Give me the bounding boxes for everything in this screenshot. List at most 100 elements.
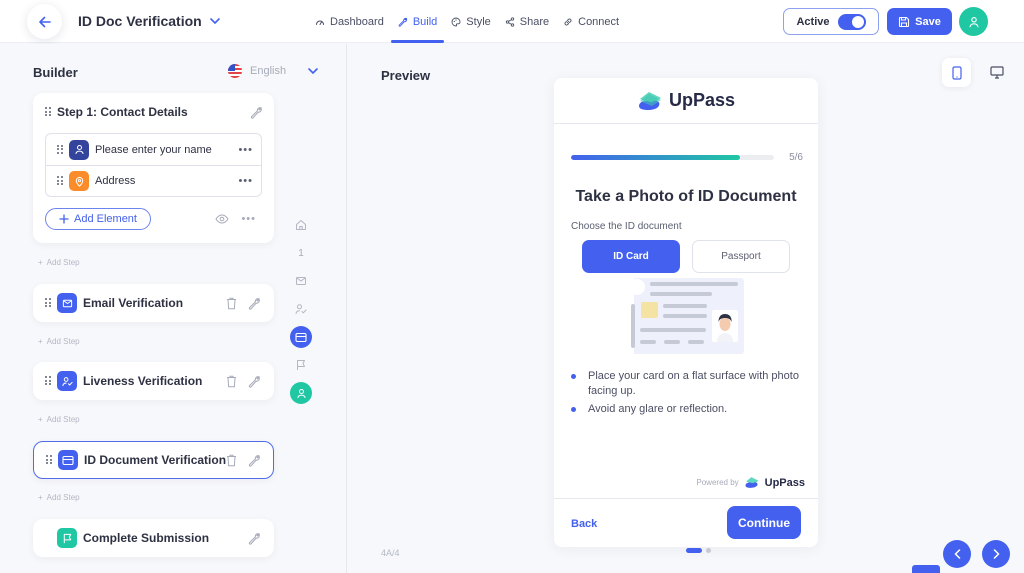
arrow-left-icon (38, 16, 51, 27)
rail-user[interactable] (290, 382, 312, 404)
continue-button[interactable]: Continue (727, 506, 801, 539)
step-card-complete-submission[interactable]: Complete Submission (33, 519, 274, 557)
drag-handle-icon[interactable] (45, 376, 51, 386)
add-step-button[interactable]: + Add Step (38, 337, 80, 346)
id-card-illustration-icon (628, 278, 744, 354)
language-label: English (250, 65, 287, 77)
drag-handle-icon[interactable] (45, 298, 51, 308)
step-card-id-document-verification[interactable]: ID Document Verification (33, 441, 274, 479)
drag-handle-icon[interactable] (45, 107, 51, 117)
wrench-icon[interactable] (248, 297, 261, 310)
step-card-liveness-verification[interactable]: Liveness Verification (33, 362, 274, 400)
powered-by-label: Powered by (696, 478, 739, 487)
drag-handle-icon[interactable] (57, 176, 63, 186)
add-step-button[interactable]: + Add Step (38, 415, 80, 424)
add-element-button[interactable]: Add Element (45, 208, 151, 230)
add-step-label: Add Step (46, 337, 80, 346)
brand-name: UpPass (668, 90, 736, 110)
drag-handle-icon[interactable] (46, 455, 52, 465)
mobile-icon (951, 65, 962, 80)
user-icon (968, 16, 979, 27)
tab-style[interactable]: Style (444, 0, 497, 43)
desktop-view-button[interactable] (982, 58, 1011, 87)
plus-icon: + (38, 337, 43, 346)
flow-title-dropdown[interactable]: ID Doc Verification (78, 13, 220, 29)
drag-handle-icon[interactable] (57, 144, 63, 155)
plus-icon: + (38, 415, 43, 424)
add-step-button[interactable]: + Add Step (38, 258, 80, 267)
rail-step-1[interactable]: 1 (290, 242, 312, 264)
more-options-icon[interactable]: ••• (238, 144, 253, 156)
wrench-icon[interactable] (248, 532, 261, 545)
user-check-icon (57, 371, 77, 391)
add-step-label: Add Step (46, 415, 80, 424)
home-icon (296, 220, 306, 230)
save-button[interactable]: Save (887, 8, 952, 35)
user-icon (69, 139, 89, 160)
language-selector[interactable]: English (228, 64, 318, 78)
share-icon (505, 16, 514, 27)
step-card-email-verification[interactable]: Email Verification (33, 284, 274, 322)
save-label: Save (915, 15, 941, 28)
more-options-icon[interactable]: ••• (238, 175, 253, 187)
wrench-icon[interactable] (248, 454, 261, 467)
back-link[interactable]: Back (571, 518, 597, 530)
field-row-name[interactable]: Please enter your name ••• (46, 134, 261, 165)
back-button[interactable] (27, 4, 62, 39)
field-list: Please enter your name ••• Address ••• (45, 133, 262, 197)
active-switch[interactable] (837, 13, 866, 30)
flow-title: ID Doc Verification (78, 13, 202, 29)
progress-text: 5/6 (789, 152, 803, 163)
field-row-address[interactable]: Address ••• (46, 165, 261, 196)
active-toggle[interactable]: Active (783, 8, 879, 35)
wrench-icon[interactable] (248, 375, 261, 388)
previous-button[interactable] (943, 540, 971, 568)
active-toggle-label: Active (796, 15, 830, 28)
link-icon (564, 18, 572, 25)
user-avatar[interactable] (959, 7, 988, 36)
add-step-button[interactable]: + Add Step (38, 493, 80, 502)
plus-icon: + (38, 493, 43, 502)
palette-icon (451, 17, 461, 26)
tab-dashboard[interactable]: Dashboard (308, 0, 391, 43)
trash-icon[interactable] (226, 375, 237, 388)
rail-email[interactable] (290, 270, 312, 292)
mobile-view-button[interactable] (942, 58, 971, 87)
builder-panel: Builder English Step 1: Contact Details … (0, 44, 347, 573)
rail-liveness[interactable] (290, 298, 312, 320)
chevron-left-icon (953, 549, 960, 559)
uppass-logo-icon (745, 477, 759, 488)
chevron-right-icon (993, 549, 1000, 559)
id-card-option[interactable]: ID Card (582, 240, 680, 273)
page-count: 4A/4 (381, 548, 400, 558)
more-options-icon[interactable]: ••• (241, 213, 256, 225)
trash-icon[interactable] (226, 454, 237, 467)
pager-dot-active[interactable] (686, 548, 702, 553)
scroll-to-top-button[interactable] (912, 565, 940, 573)
wrench-icon[interactable] (250, 106, 263, 119)
step-title: Email Verification (83, 296, 184, 310)
tab-share[interactable]: Share (498, 0, 556, 43)
passport-option[interactable]: Passport (692, 240, 790, 273)
uppass-logo-icon (638, 91, 661, 110)
pager-dot[interactable] (706, 548, 711, 553)
rail-id-document[interactable] (290, 326, 312, 348)
step-title: Complete Submission (83, 531, 210, 545)
eye-icon[interactable] (215, 214, 230, 224)
rail-home[interactable] (290, 214, 312, 236)
tab-connect[interactable]: Connect (556, 0, 626, 43)
mail-icon (296, 277, 306, 285)
rail-complete[interactable] (290, 354, 312, 376)
desktop-icon (989, 66, 1004, 79)
plus-icon (59, 214, 69, 224)
trash-icon[interactable] (226, 297, 237, 310)
tab-label: Build (412, 15, 438, 28)
id-card-icon (58, 450, 78, 470)
floppy-disk-icon (899, 16, 910, 27)
progress-row: 5/6 (571, 152, 803, 163)
next-button[interactable] (982, 540, 1010, 568)
chevron-down-icon (209, 18, 220, 24)
powered-by: Powered by UpPass (696, 476, 805, 489)
tab-build[interactable]: Build (390, 0, 445, 43)
add-step-label: Add Step (46, 258, 80, 267)
